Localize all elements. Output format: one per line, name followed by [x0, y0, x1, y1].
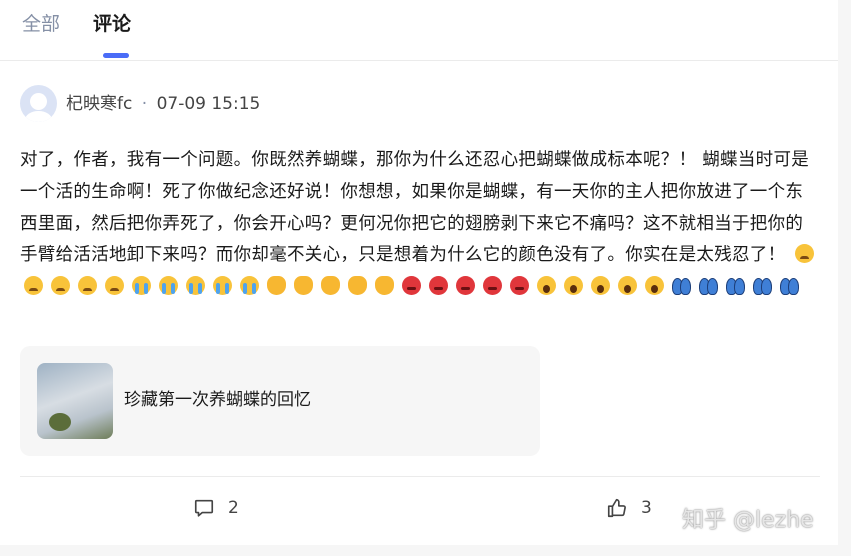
loudly-crying-face-icon [213, 276, 232, 296]
author-name[interactable]: 杞映寒fc [66, 94, 132, 114]
worried-face-icon [24, 276, 43, 296]
tab-all[interactable]: 全部 [22, 12, 60, 36]
angry-face-icon [429, 276, 448, 296]
like-count: 3 [641, 498, 652, 518]
reply-count: 2 [228, 498, 239, 518]
avatar-head [30, 93, 47, 110]
screaming-face-icon [591, 276, 610, 296]
article-thumbnail [37, 363, 113, 439]
screaming-face-icon [564, 276, 583, 296]
comment-timestamp: 07-09 15:15 [156, 94, 261, 114]
comment-bubble-icon [194, 499, 214, 517]
reply-button[interactable]: 2 [193, 497, 239, 519]
pouting-cat-icon [348, 276, 367, 296]
comment-text: 对了，作者，我有一个问题。你既然养蝴蝶，那你为什么还忍心把蝴蝶做成标本呢？！ 蝴… [20, 150, 810, 266]
pouting-cat-icon [375, 276, 394, 296]
comment-body: 对了，作者，我有一个问题。你既然养蝴蝶，那你为什么还忍心把蝴蝶做成标本呢？！ 蝴… [20, 145, 820, 304]
comment-panel: 全部 评论 杞映寒fc · 07-09 15:15 对了，作者，我有一个问题。你… [0, 0, 838, 545]
thumbs-up-icon [607, 498, 626, 518]
divider [20, 476, 820, 477]
linked-article-card[interactable]: 珍藏第一次养蝴蝶的回忆 [20, 346, 540, 456]
worried-face-icon [795, 244, 815, 264]
angry-face-icon [510, 276, 529, 296]
butterfly-icon [753, 276, 772, 296]
article-title: 珍藏第一次养蝴蝶的回忆 [124, 390, 311, 410]
worried-face-icon [78, 276, 97, 296]
avatar[interactable] [20, 85, 57, 122]
active-tab-indicator [103, 53, 129, 58]
tab-bar: 全部 评论 [0, 0, 838, 61]
page-gutter [838, 0, 851, 556]
angry-face-icon [483, 276, 502, 296]
watermark: 知乎 @lezhe [682, 508, 814, 533]
screaming-face-icon [618, 276, 637, 296]
tab-comments[interactable]: 评论 [93, 12, 131, 36]
butterfly-icon [699, 276, 718, 296]
loudly-crying-face-icon [240, 276, 259, 296]
loudly-crying-face-icon [132, 276, 151, 296]
loudly-crying-face-icon [186, 276, 205, 296]
pouting-cat-icon [321, 276, 340, 296]
like-button[interactable]: 3 [606, 497, 652, 519]
butterfly-icon [672, 276, 691, 296]
avatar-body [25, 111, 52, 122]
pouting-cat-icon [267, 276, 286, 296]
worried-face-icon [105, 276, 124, 296]
worried-face-icon [51, 276, 70, 296]
butterfly-icon [726, 276, 745, 296]
butterfly-icon [780, 276, 799, 296]
screaming-face-icon [645, 276, 664, 296]
pouting-cat-icon [294, 276, 313, 296]
loudly-crying-face-icon [159, 276, 178, 296]
thumbnail-detail [49, 413, 71, 431]
comment-meta: 杞映寒fc · 07-09 15:15 [66, 94, 260, 114]
screaming-face-icon [537, 276, 556, 296]
angry-face-icon [402, 276, 421, 296]
angry-face-icon [456, 276, 475, 296]
meta-separator: · [141, 94, 148, 114]
